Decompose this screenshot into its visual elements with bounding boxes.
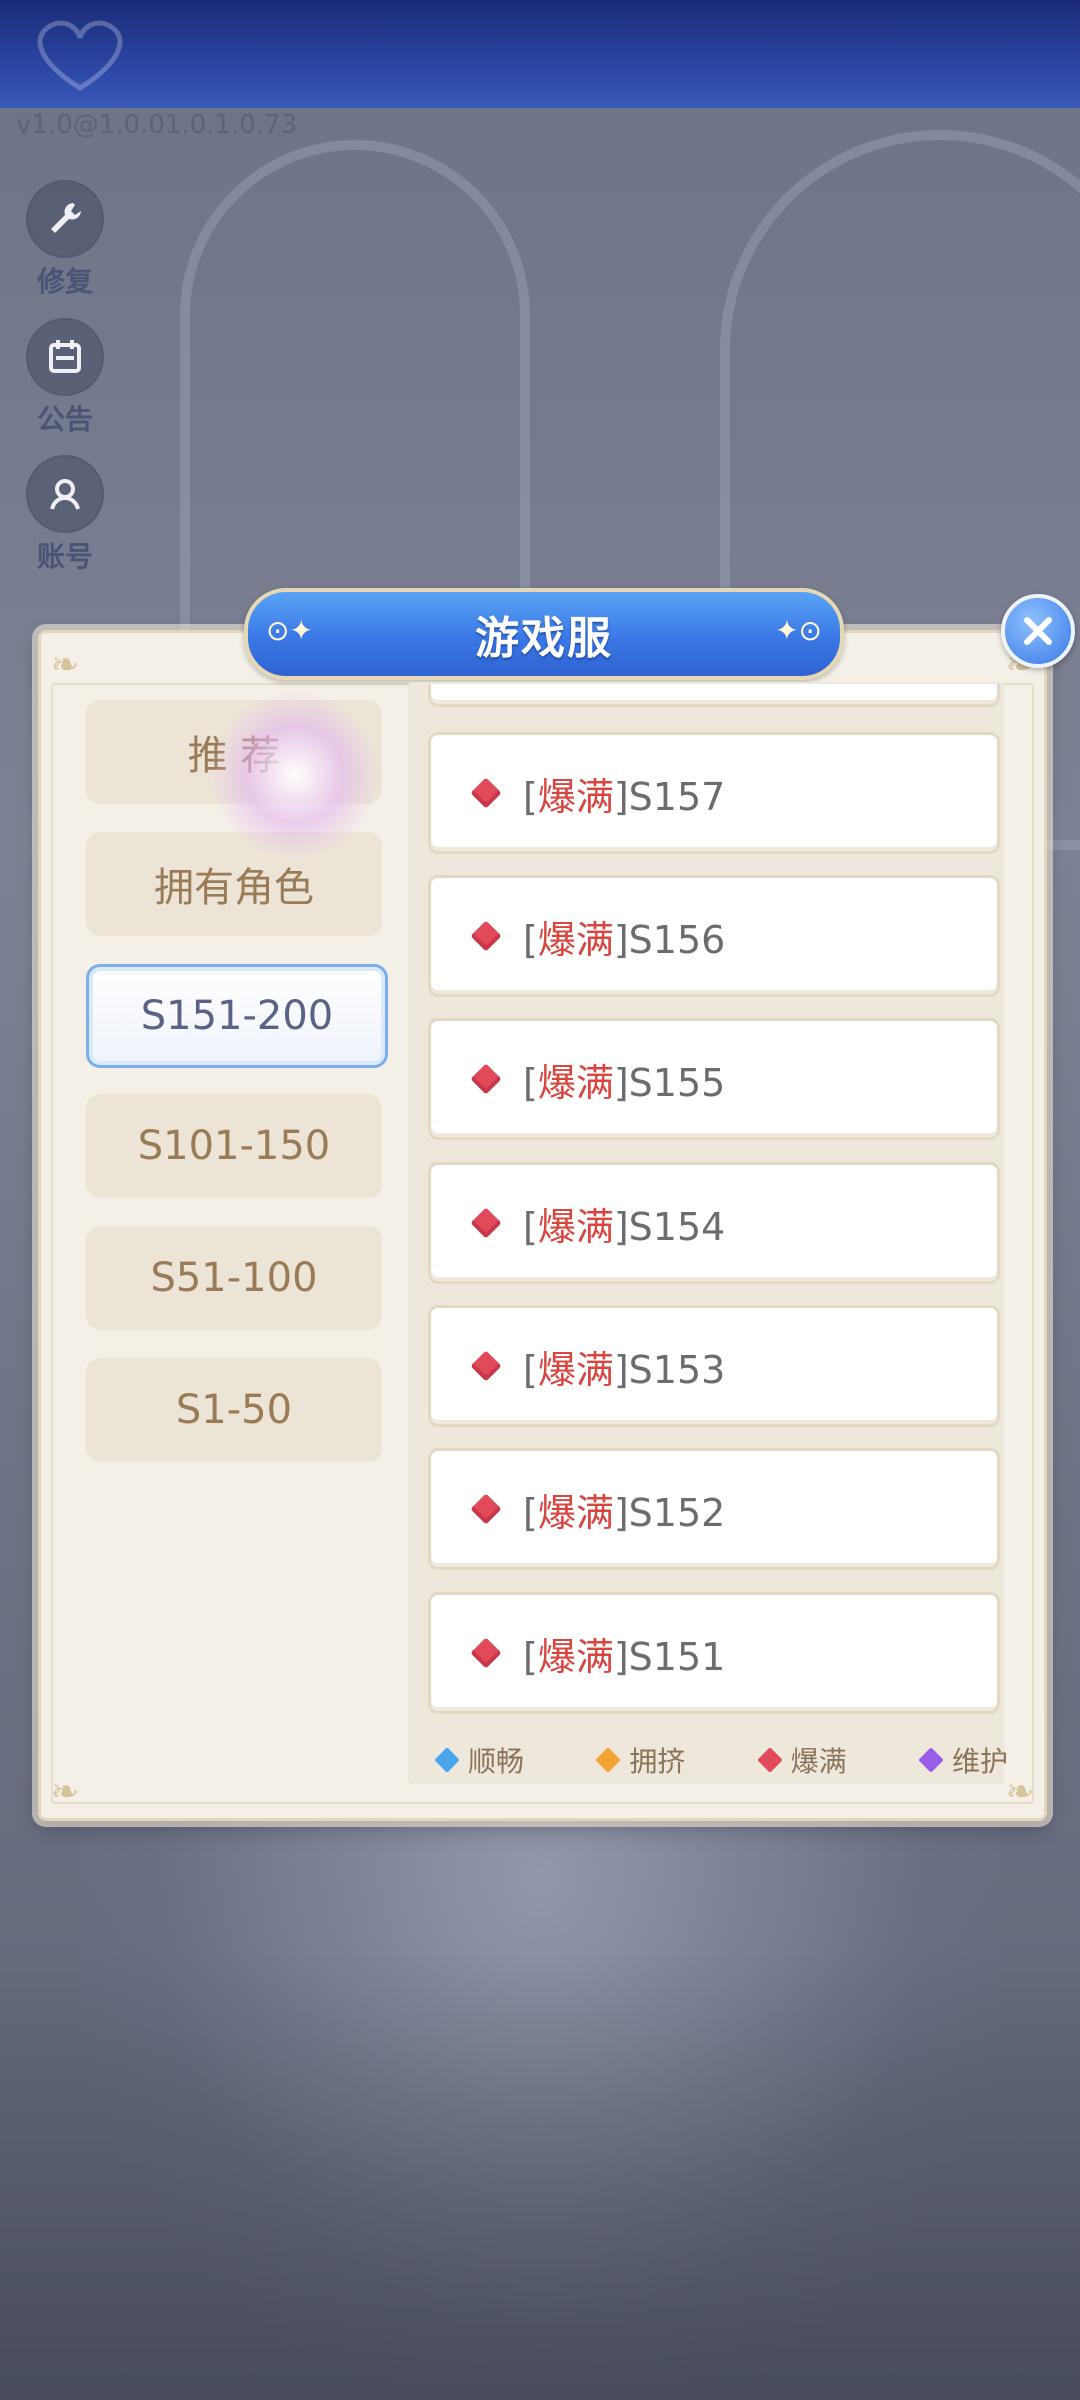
- bracket: [: [523, 1347, 538, 1392]
- status-full-icon: [470, 1063, 502, 1095]
- bracket: [: [523, 774, 538, 819]
- repair-label: 修复: [36, 265, 93, 298]
- close-icon: [1024, 617, 1052, 645]
- status-full-icon: [470, 1350, 502, 1382]
- bracket: [: [523, 1490, 538, 1535]
- tab-recommended[interactable]: 推 荐: [86, 700, 382, 804]
- server-name: ]S157: [613, 774, 726, 819]
- server-row[interactable]: [爆满]S155: [428, 1018, 1000, 1140]
- tab-owned-characters[interactable]: 拥有角色: [86, 832, 382, 936]
- legend-label: 维护: [951, 1745, 1008, 1778]
- dialog-title: 游戏服: [475, 613, 613, 664]
- account-button[interactable]: 账号: [20, 455, 110, 575]
- server-status: 爆满: [537, 1490, 614, 1535]
- version-text: v1.0@1.0.01.0.1.0.73: [16, 110, 298, 140]
- announcement-button[interactable]: 公告: [20, 318, 110, 438]
- dialog-title-banner: ⊙✦ 游戏服 ✦⊙: [244, 588, 844, 680]
- server-status: 爆满: [537, 1347, 614, 1392]
- tab-s1-50[interactable]: S1-50: [86, 1358, 382, 1462]
- legend-item-maintenance: 维护: [918, 1740, 1008, 1780]
- bracket: [: [523, 917, 538, 962]
- calendar-icon: [26, 318, 104, 396]
- wrench-icon: [26, 180, 104, 258]
- server-name: ]S153: [613, 1347, 726, 1392]
- tab-s151-200[interactable]: S151-200: [86, 964, 388, 1068]
- server-row[interactable]: [爆满]S156: [428, 875, 1000, 997]
- server-name: ]S155: [613, 1060, 726, 1105]
- status-full-icon: [756, 1747, 783, 1773]
- sparkle-icon: ✦⊙: [775, 614, 822, 647]
- server-name: ]S152: [613, 1490, 726, 1535]
- server-row-partial: [428, 684, 1000, 707]
- server-status: 爆满: [537, 917, 614, 962]
- status-smooth-icon: [434, 1747, 460, 1773]
- server-status: 爆满: [537, 1060, 614, 1105]
- status-crowded-icon: [595, 1747, 622, 1773]
- server-status: 爆满: [537, 1204, 614, 1249]
- legend-item-full: 爆满: [756, 1740, 847, 1780]
- corner-ornament-icon: ❧: [50, 1772, 80, 1812]
- tab-label: S101-150: [137, 1123, 331, 1169]
- status-full-icon: [470, 777, 502, 809]
- sparkle-icon: ⊙✦: [266, 614, 313, 647]
- legend-item-smooth: 顺畅: [434, 1740, 525, 1780]
- status-legend: 顺畅 拥挤 爆满 维护: [434, 1740, 1008, 1780]
- top-banner: [0, 0, 1080, 108]
- account-icon: [26, 455, 104, 533]
- status-full-icon: [470, 920, 502, 952]
- background-floor: [0, 1950, 1080, 2400]
- bracket: [: [523, 1060, 538, 1105]
- heart-logo-icon: [37, 20, 123, 91]
- announcement-label: 公告: [36, 403, 93, 436]
- tab-s101-150[interactable]: S101-150: [86, 1094, 382, 1198]
- legend-label: 拥挤: [629, 1745, 686, 1778]
- server-status: 爆满: [537, 1634, 614, 1679]
- legend-label: 爆满: [790, 1745, 847, 1778]
- bracket: [: [523, 1204, 538, 1249]
- corner-ornament-icon: ❧: [50, 645, 80, 685]
- server-name: ]S154: [613, 1204, 726, 1249]
- tab-label: 拥有角色: [154, 865, 314, 911]
- server-status: 爆满: [537, 774, 614, 819]
- server-row[interactable]: [爆满]S157: [428, 732, 1000, 854]
- tab-label: S51-100: [150, 1255, 318, 1301]
- close-button[interactable]: [1001, 594, 1075, 668]
- server-name: ]S156: [613, 917, 726, 962]
- status-full-icon: [470, 1207, 502, 1239]
- tab-label: S151-200: [140, 993, 334, 1039]
- legend-label: 顺畅: [468, 1745, 525, 1778]
- tab-label: 推 荐: [187, 733, 281, 779]
- server-row[interactable]: [爆满]S151: [428, 1592, 1000, 1714]
- server-row[interactable]: [爆满]S153: [428, 1305, 1000, 1427]
- status-full-icon: [470, 1493, 502, 1525]
- server-name: ]S151: [613, 1634, 726, 1679]
- legend-item-crowded: 拥挤: [595, 1740, 686, 1780]
- bracket: [: [523, 1634, 538, 1679]
- repair-button[interactable]: 修复: [20, 180, 110, 300]
- server-row[interactable]: [爆满]S154: [428, 1162, 1000, 1284]
- status-full-icon: [470, 1637, 502, 1669]
- tab-label: S1-50: [175, 1387, 293, 1433]
- account-label: 账号: [36, 540, 93, 573]
- server-row[interactable]: [爆满]S152: [428, 1448, 1000, 1570]
- tab-s51-100[interactable]: S51-100: [86, 1226, 382, 1330]
- status-maintenance-icon: [918, 1747, 944, 1773]
